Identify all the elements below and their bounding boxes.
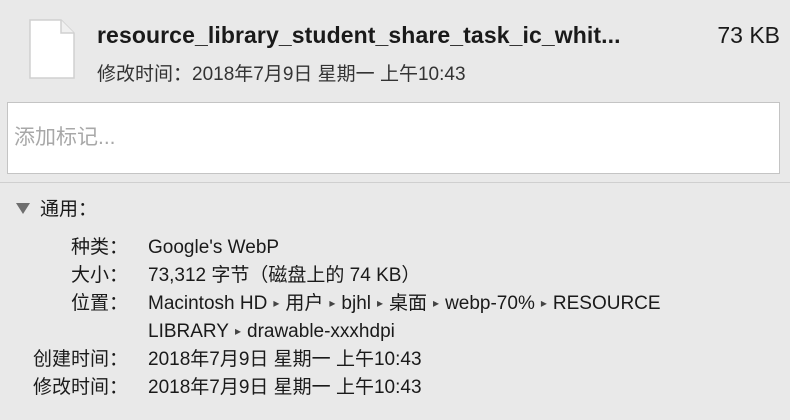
tags-input[interactable] (8, 103, 779, 173)
modified-value: 2018年7月9日 星期一 上午10:43 (148, 377, 422, 398)
path-segment: 桌面 (389, 293, 428, 314)
file-header: resource_library_student_share_task_ic_w… (0, 0, 790, 96)
path-segment: Macintosh HD (148, 293, 268, 314)
size-label: 大小： (70, 265, 128, 286)
path-arrow-icon: ▸ (273, 296, 280, 310)
file-name: resource_library_student_share_task_ic_w… (97, 22, 621, 48)
path-arrow-icon: ▸ (329, 296, 336, 310)
kind-value: Google's WebP (148, 237, 280, 258)
disclosure-triangle-icon[interactable] (16, 203, 30, 214)
document-icon (29, 19, 75, 79)
path-segment: drawable-xxxhdpi (247, 321, 395, 342)
path-arrow-icon: ▸ (376, 296, 384, 310)
modified-summary: 修改时间：2018年7月9日 星期一 上午10:43 (97, 64, 466, 85)
kind-label: 种类： (70, 237, 128, 258)
created-value: 2018年7月9日 星期一 上午10:43 (148, 349, 422, 370)
path-segment: bjhl (341, 293, 371, 314)
path-segment: RESOURCE (552, 293, 661, 314)
path-arrow-icon: ▸ (433, 296, 440, 310)
path-segment: 用户 (285, 293, 324, 314)
tags-field[interactable] (7, 102, 780, 174)
divider (0, 182, 790, 183)
path-arrow-icon: ▸ (540, 296, 547, 310)
modified-label: 修改时间： (32, 377, 128, 398)
general-section-title: 通用： (40, 199, 98, 220)
where-path: Macintosh HD ▸ 用户 ▸ bjhl ▸ 桌面 ▸ webp-70% ▸ RESOURC… (148, 290, 661, 319)
created-label: 创建时间： (32, 349, 128, 370)
where-path-line2: LIBRARY ▸ drawable-xxxhdpi (148, 318, 395, 347)
path-segment: LIBRARY (148, 321, 229, 342)
general-section-toggle[interactable]: 通用： (16, 194, 97, 221)
where-label: 位置： (70, 293, 128, 314)
path-arrow-icon: ▸ (234, 324, 241, 338)
path-segment: webp-70% (445, 293, 535, 314)
file-size: 73 KB (717, 22, 780, 48)
size-value: 73,312 字节（磁盘上的 74 KB） (148, 265, 421, 286)
